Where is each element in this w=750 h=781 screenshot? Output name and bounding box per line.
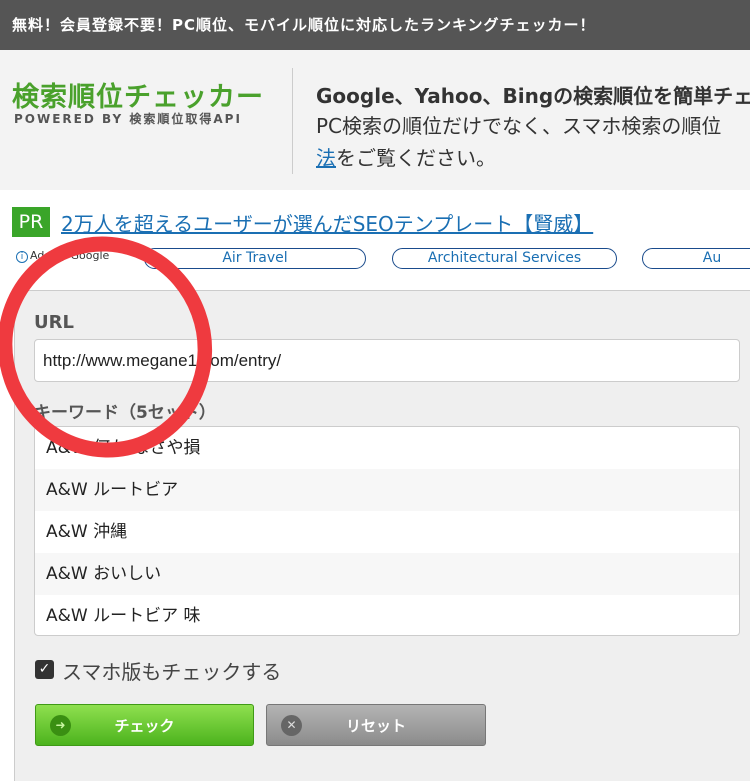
pr-badge: PR bbox=[12, 207, 50, 237]
smartphone-checkbox[interactable]: ✓ bbox=[35, 660, 54, 679]
check-button[interactable]: ➜ チェック bbox=[35, 704, 254, 746]
keyword-line: A&W 沖縄 bbox=[46, 522, 128, 542]
ad-link-au[interactable]: Au bbox=[642, 248, 750, 269]
ad-choices[interactable]: i Ads by Google bbox=[16, 249, 109, 263]
close-icon: ✕ bbox=[281, 715, 302, 736]
ad-links-bar: i Ads by Google Air Travel Architectural … bbox=[0, 244, 750, 272]
logo-subtitle: POWERED BY 検索順位取得API bbox=[14, 112, 242, 126]
arrow-right-icon: ➜ bbox=[50, 715, 71, 736]
ad-link-architectural-services[interactable]: Architectural Services bbox=[392, 248, 617, 269]
keyword-line: A&W 何か なさや損 bbox=[46, 438, 201, 458]
keyword-line: A&W ルートビア 味 bbox=[46, 606, 201, 626]
url-input[interactable]: http://www.megane1.com/entry/ bbox=[34, 339, 740, 382]
site-description-line2: PC検索の順位だけでなく、スマホ検索の順位 bbox=[316, 114, 722, 138]
top-banner: 無料！会員登録不要！PC順位、モバイル順位に対応したランキングチェッカー！ bbox=[0, 0, 750, 50]
info-icon[interactable]: i bbox=[16, 251, 28, 263]
smartphone-checkbox-label[interactable]: スマホ版もチェックする bbox=[62, 656, 281, 685]
ad-link-air-travel[interactable]: Air Travel bbox=[144, 248, 366, 269]
site-description-line1: Google、Yahoo、Bingの検索順位を簡単チェ bbox=[316, 84, 750, 108]
url-label: URL bbox=[34, 312, 74, 333]
reset-button-label: リセット bbox=[345, 717, 406, 735]
usage-link[interactable]: 法 bbox=[316, 146, 336, 170]
keyword-label: キーワード（5セット） bbox=[34, 403, 216, 423]
header-divider bbox=[292, 68, 293, 174]
keyword-textarea[interactable]: A&W 何か なさや損 A&W ルートビア A&W 沖縄 A&W おいしい A&… bbox=[34, 426, 740, 636]
keyword-line: A&W ルートビア bbox=[35, 469, 739, 511]
reset-button[interactable]: ✕ リセット bbox=[266, 704, 486, 746]
keyword-line: A&W おいしい bbox=[35, 553, 739, 595]
site-description-line3: 法をご覧ください。 bbox=[316, 142, 496, 171]
promo-link[interactable]: 2万人を超えるユーザーが選んだSEOテンプレート【賢威】 bbox=[61, 208, 593, 237]
site-logo[interactable]: 検索順位チェッカー bbox=[12, 75, 264, 114]
check-button-label: チェック bbox=[114, 717, 175, 735]
description-text: をご覧ください。 bbox=[336, 146, 496, 170]
ads-by-google-label: Ads by Google bbox=[30, 249, 110, 262]
